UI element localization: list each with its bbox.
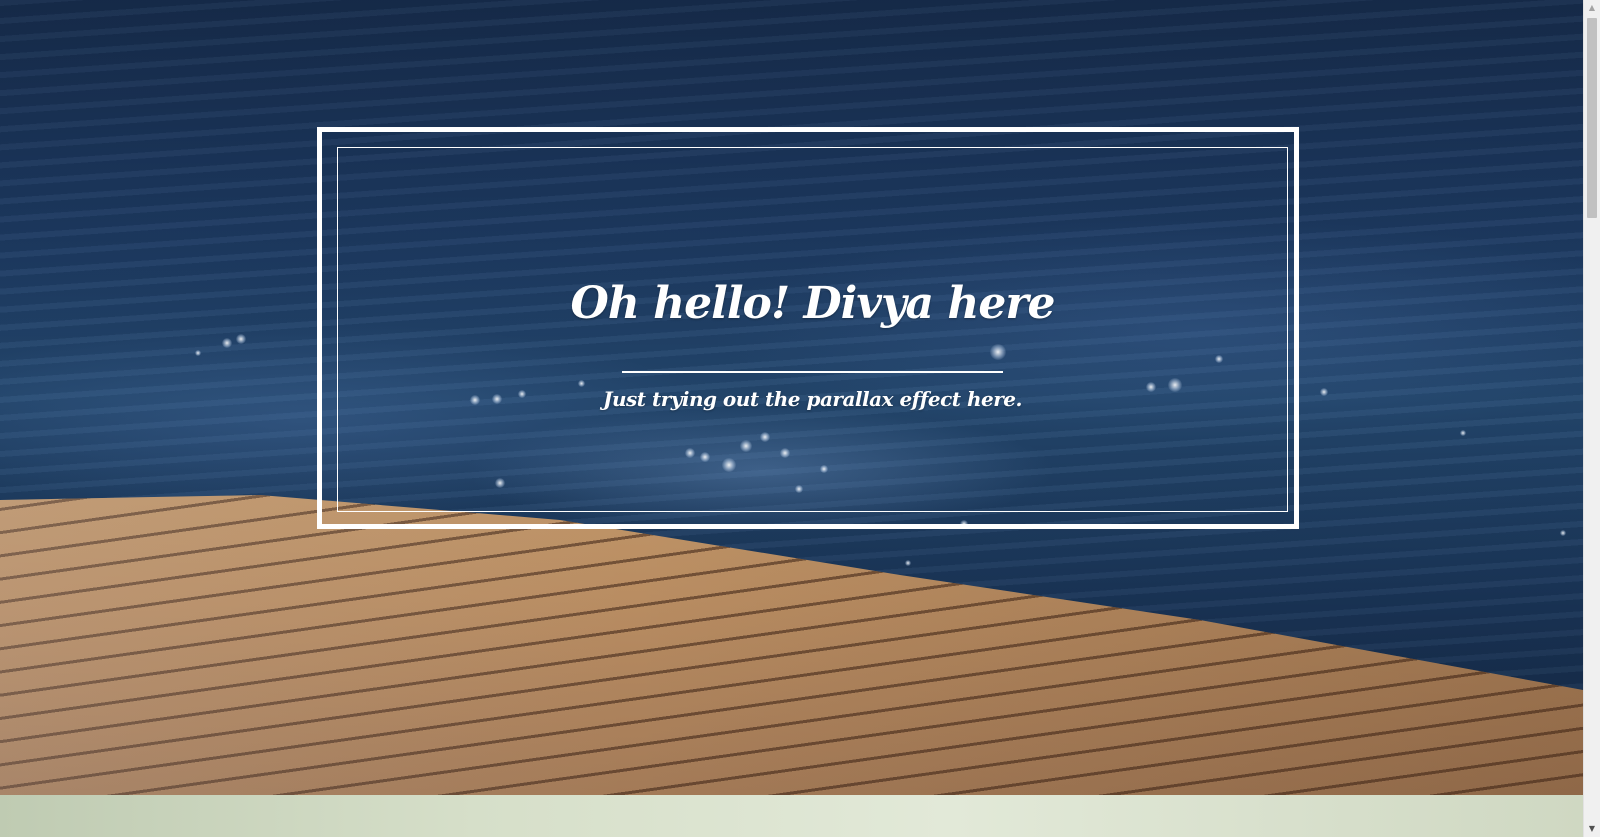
page-viewport: Oh hello! Divya here Just trying out the… [0,0,1583,837]
sparkle [1460,430,1466,436]
vertical-scrollbar[interactable]: ▲ ▼ [1583,0,1600,837]
sparkle [1560,530,1566,536]
next-parallax-section [0,795,1583,837]
hero-title: Oh hello! Divya here [570,278,1055,329]
scroll-thumb[interactable] [1587,18,1597,218]
sparkle [222,338,232,348]
sparkle [236,334,246,344]
hero-subtitle: Just trying out the parallax effect here… [602,387,1023,411]
hero-frame-inner [337,147,1288,512]
sparkle [905,560,911,566]
sparkle [195,350,201,356]
title-divider [622,371,1003,373]
scroll-down-arrow-icon[interactable]: ▼ [1584,821,1600,837]
sparkle [1320,388,1328,396]
scroll-up-arrow-icon[interactable]: ▲ [1584,0,1600,16]
parallax-hero-background: Oh hello! Divya here Just trying out the… [0,0,1583,795]
